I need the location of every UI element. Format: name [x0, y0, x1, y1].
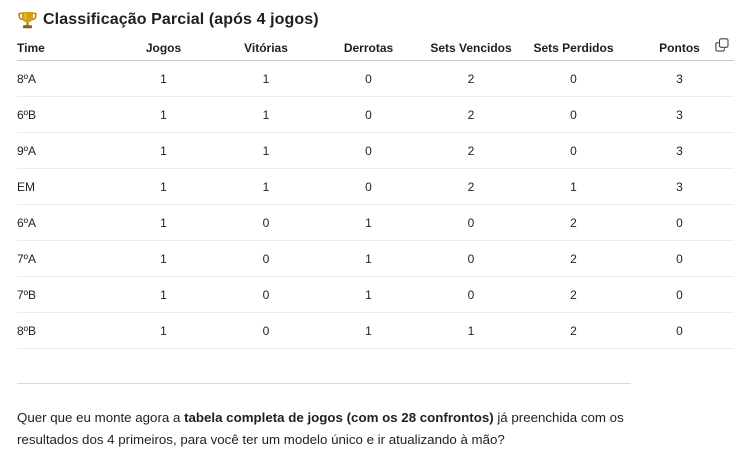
- table-cell: 0: [625, 312, 734, 349]
- table-row: 7ºA 1 0 1 0 2 0: [17, 240, 734, 277]
- table-cell: 0: [215, 204, 317, 241]
- table-cell: 0: [420, 276, 522, 313]
- table-cell: 1: [215, 168, 317, 205]
- table-cell: 3: [625, 96, 734, 133]
- table-header-row: Time Jogos Vitórias Derrotas Sets Vencid…: [17, 36, 734, 61]
- table-cell: 0: [420, 204, 522, 241]
- table-cell: 2: [522, 276, 625, 313]
- table-cell: 2: [522, 204, 625, 241]
- table-cell: 1: [317, 312, 420, 349]
- table-cell: 0: [420, 240, 522, 277]
- copy-icon: [715, 37, 729, 57]
- table-cell: 1: [420, 312, 522, 349]
- column-header-jogos: Jogos: [112, 36, 215, 61]
- table-row: 8ºB 1 0 1 1 2 0: [17, 312, 734, 349]
- team-cell: 7ºB: [17, 276, 112, 313]
- table-cell: 1: [112, 132, 215, 169]
- table-cell: 2: [420, 60, 522, 97]
- table-heading: Classificação Parcial (após 4 jogos): [17, 9, 319, 31]
- assistant-message: Quer que eu monte agora a tabela complet…: [17, 407, 657, 451]
- column-header-sets-perdidos: Sets Perdidos: [522, 36, 625, 61]
- team-cell: EM: [17, 168, 112, 205]
- table-cell: 1: [317, 240, 420, 277]
- standings-table: Time Jogos Vitórias Derrotas Sets Vencid…: [17, 36, 734, 349]
- team-cell: 6ºB: [17, 96, 112, 133]
- message-text-bold: tabela completa de jogos (com os 28 conf…: [184, 410, 494, 425]
- table-cell: 0: [317, 60, 420, 97]
- table-row: 7ºB 1 0 1 0 2 0: [17, 276, 734, 313]
- column-header-time: Time: [17, 36, 112, 61]
- table-cell: 2: [522, 312, 625, 349]
- table-cell: 0: [215, 312, 317, 349]
- column-header-derrotas: Derrotas: [317, 36, 420, 61]
- copy-table-button[interactable]: [713, 37, 731, 57]
- table-cell: 1: [317, 276, 420, 313]
- table-cell: 3: [625, 168, 734, 205]
- table-row: 6ºB 1 1 0 2 0 3: [17, 96, 734, 133]
- table-cell: 1: [112, 276, 215, 313]
- table-row: 9ºA 1 1 0 2 0 3: [17, 132, 734, 169]
- table-row: 6ºA 1 0 1 0 2 0: [17, 204, 734, 241]
- table-cell: 2: [420, 168, 522, 205]
- table-cell: 1: [112, 240, 215, 277]
- section-divider: [17, 383, 631, 384]
- table-row: EM 1 1 0 2 1 3: [17, 168, 734, 205]
- table-cell: 1: [112, 168, 215, 205]
- table-cell: 1: [112, 60, 215, 97]
- table-cell: 1: [112, 96, 215, 133]
- table-cell: 2: [522, 240, 625, 277]
- table-cell: 0: [625, 276, 734, 313]
- table-cell: 1: [112, 312, 215, 349]
- table-cell: 0: [625, 240, 734, 277]
- table-cell: 0: [522, 132, 625, 169]
- table-cell: 0: [317, 168, 420, 205]
- table-cell: 0: [215, 240, 317, 277]
- column-header-vitorias: Vitórias: [215, 36, 317, 61]
- table-cell: 1: [215, 60, 317, 97]
- table-cell: 0: [522, 96, 625, 133]
- team-cell: 8ºA: [17, 60, 112, 97]
- table-cell: 0: [625, 204, 734, 241]
- table-cell: 3: [625, 132, 734, 169]
- table-cell: 2: [420, 96, 522, 133]
- table-row: 8ºA 1 1 0 2 0 3: [17, 60, 734, 97]
- page-title: Classificação Parcial (após 4 jogos): [43, 11, 319, 28]
- team-cell: 7ºA: [17, 240, 112, 277]
- table-cell: 1: [317, 204, 420, 241]
- column-header-sets-vencidos: Sets Vencidos: [420, 36, 522, 61]
- table-cell: 0: [215, 276, 317, 313]
- table-cell: 3: [625, 60, 734, 97]
- table-cell: 1: [522, 168, 625, 205]
- team-cell: 6ºA: [17, 204, 112, 241]
- table-cell: 1: [112, 204, 215, 241]
- team-cell: 8ºB: [17, 312, 112, 349]
- table-cell: 0: [522, 60, 625, 97]
- trophy-icon: [17, 10, 38, 30]
- team-cell: 9ºA: [17, 132, 112, 169]
- table-cell: 0: [317, 132, 420, 169]
- table-cell: 2: [420, 132, 522, 169]
- table-cell: 0: [317, 96, 420, 133]
- message-text-start: Quer que eu monte agora a: [17, 410, 185, 425]
- table-cell: 1: [215, 132, 317, 169]
- table-cell: 1: [215, 96, 317, 133]
